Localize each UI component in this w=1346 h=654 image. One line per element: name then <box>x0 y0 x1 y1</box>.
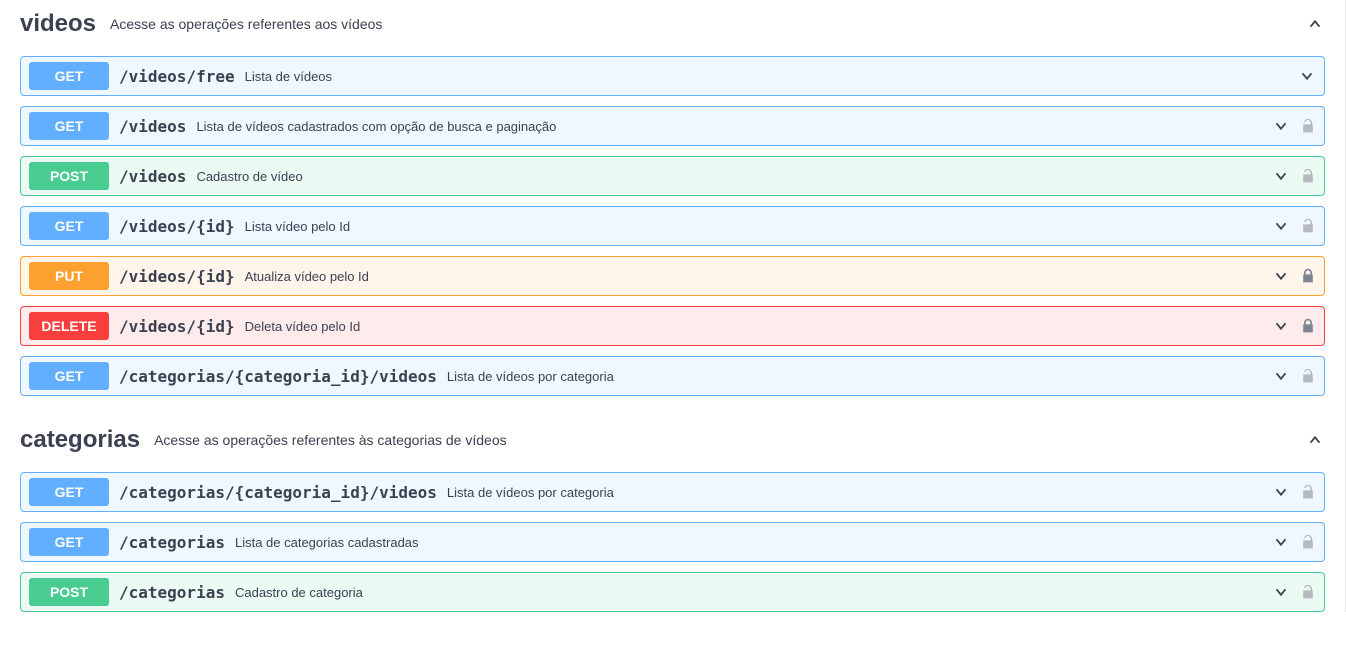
endpoint-summary: Lista vídeo pelo Id <box>245 219 1272 234</box>
endpoint-path: /videos <box>119 167 186 186</box>
operation-row[interactable]: POST/categorias Cadastro de categoria <box>20 572 1325 612</box>
operation-actions <box>1272 217 1316 235</box>
tag-header[interactable]: categorias Acesse as operações referentes… <box>20 416 1325 464</box>
operation-row[interactable]: POST/videos Cadastro de vídeo <box>20 156 1325 196</box>
endpoint-summary: Cadastro de categoria <box>235 585 1272 600</box>
endpoint-path: /videos/{id} <box>119 267 235 286</box>
operation-actions <box>1272 167 1316 185</box>
tag-section: categorias Acesse as operações referentes… <box>20 416 1325 612</box>
endpoint-path: /categorias/{categoria_id}/videos <box>119 367 437 386</box>
method-badge: GET <box>29 478 109 506</box>
operation-actions <box>1272 583 1316 601</box>
method-badge: GET <box>29 62 109 90</box>
lock-icon[interactable] <box>1300 267 1316 285</box>
endpoint-path: /categorias <box>119 583 225 602</box>
method-badge: GET <box>29 112 109 140</box>
chevron-down-icon[interactable] <box>1272 483 1290 501</box>
chevron-down-icon[interactable] <box>1272 583 1290 601</box>
method-badge: DELETE <box>29 312 109 340</box>
lock-open-icon[interactable] <box>1300 533 1316 551</box>
chevron-down-icon[interactable] <box>1272 117 1290 135</box>
lock-open-icon[interactable] <box>1300 483 1316 501</box>
method-badge: POST <box>29 162 109 190</box>
endpoint-summary: Lista de vídeos por categoria <box>447 369 1272 384</box>
lock-open-icon[interactable] <box>1300 117 1316 135</box>
chevron-down-icon[interactable] <box>1272 267 1290 285</box>
operation-row[interactable]: GET/categorias Lista de categorias cadast… <box>20 522 1325 562</box>
endpoint-path: /categorias/{categoria_id}/videos <box>119 483 437 502</box>
endpoint-summary: Atualiza vídeo pelo Id <box>245 269 1272 284</box>
endpoint-path: /videos/{id} <box>119 317 235 336</box>
chevron-down-icon[interactable] <box>1272 367 1290 385</box>
method-badge: PUT <box>29 262 109 290</box>
operation-row[interactable]: GET/videos/free Lista de vídeos <box>20 56 1325 96</box>
chevron-up-icon[interactable] <box>1305 430 1325 450</box>
tag-name: categorias <box>20 426 140 454</box>
lock-open-icon[interactable] <box>1300 583 1316 601</box>
operation-actions <box>1272 267 1316 285</box>
tag-section: videos Acesse as operações referentes aos… <box>20 0 1325 396</box>
operation-row[interactable]: GET/videos Lista de vídeos cadastrados co… <box>20 106 1325 146</box>
method-badge: GET <box>29 528 109 556</box>
operation-row[interactable]: GET/categorias/{categoria_id}/videos List… <box>20 356 1325 396</box>
endpoint-summary: Cadastro de vídeo <box>196 169 1272 184</box>
endpoint-path: /videos <box>119 117 186 136</box>
operation-actions <box>1272 533 1316 551</box>
chevron-down-icon[interactable] <box>1272 217 1290 235</box>
lock-open-icon[interactable] <box>1300 367 1316 385</box>
chevron-down-icon[interactable] <box>1272 533 1290 551</box>
tag-header[interactable]: videos Acesse as operações referentes aos… <box>20 0 1325 48</box>
endpoint-path: /categorias <box>119 533 225 552</box>
tag-description: Acesse as operações referentes aos vídeo… <box>110 16 1305 32</box>
lock-open-icon[interactable] <box>1300 217 1316 235</box>
endpoint-path: /videos/{id} <box>119 217 235 236</box>
operation-actions <box>1272 367 1316 385</box>
endpoint-summary: Lista de vídeos por categoria <box>447 485 1272 500</box>
lock-open-icon[interactable] <box>1300 167 1316 185</box>
lock-icon[interactable] <box>1300 317 1316 335</box>
endpoint-summary: Lista de categorias cadastradas <box>235 535 1272 550</box>
chevron-down-icon[interactable] <box>1272 317 1290 335</box>
operation-actions <box>1272 117 1316 135</box>
endpoint-summary: Deleta vídeo pelo Id <box>245 319 1272 334</box>
endpoint-summary: Lista de vídeos <box>245 69 1298 84</box>
operation-actions <box>1272 483 1316 501</box>
operations-list: GET/videos/freeLista de vídeosGET/videos… <box>20 48 1325 396</box>
tag-name: videos <box>20 10 96 38</box>
tag-description: Acesse as operações referentes às catego… <box>154 432 1305 448</box>
operation-row[interactable]: GET/videos/{id} Lista vídeo pelo Id <box>20 206 1325 246</box>
method-badge: GET <box>29 362 109 390</box>
endpoint-summary: Lista de vídeos cadastrados com opção de… <box>196 119 1272 134</box>
operations-list: GET/categorias/{categoria_id}/videos List… <box>20 464 1325 612</box>
operation-actions <box>1272 317 1316 335</box>
chevron-up-icon[interactable] <box>1305 14 1325 34</box>
operation-actions <box>1298 67 1316 85</box>
chevron-down-icon[interactable] <box>1298 67 1316 85</box>
chevron-down-icon[interactable] <box>1272 167 1290 185</box>
operation-row[interactable]: PUT/videos/{id} Atualiza vídeo pelo Id <box>20 256 1325 296</box>
operation-row[interactable]: DELETE/videos/{id} Deleta vídeo pelo Id <box>20 306 1325 346</box>
operation-row[interactable]: GET/categorias/{categoria_id}/videos List… <box>20 472 1325 512</box>
method-badge: GET <box>29 212 109 240</box>
endpoint-path: /videos/free <box>119 67 235 86</box>
method-badge: POST <box>29 578 109 606</box>
